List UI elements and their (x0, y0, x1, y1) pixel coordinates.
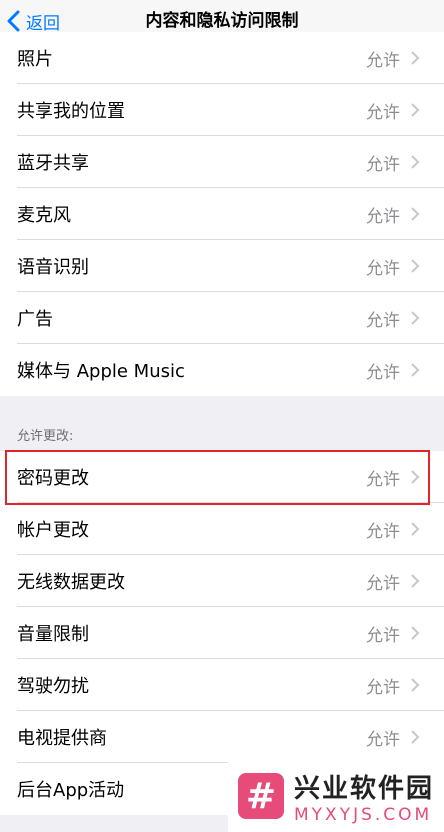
chevron-right-icon (411, 103, 420, 117)
chevron-right-icon (411, 155, 420, 169)
row-tv-provider[interactable]: 电视提供商 允许 (0, 711, 444, 763)
watermark-title: 兴业软件园 (294, 773, 435, 804)
row-share-location[interactable]: 共享我的位置 允许 (0, 84, 444, 136)
chevron-right-icon (411, 522, 420, 536)
row-value: 允许 (366, 677, 400, 698)
row-value: 允许 (366, 154, 400, 175)
chevron-right-icon (411, 259, 420, 273)
chevron-right-icon (411, 51, 420, 65)
row-label: 驾驶勿扰 (17, 676, 89, 697)
chevron-right-icon (411, 574, 420, 588)
row-advertising[interactable]: 广告 允许 (0, 292, 444, 344)
row-label: 照片 (17, 49, 53, 70)
settings-group-permissions: 照片 允许 共享我的位置 允许 蓝牙共享 允许 麦克风 允许 语音识别 允许 广… (0, 32, 444, 396)
row-value: 允许 (366, 729, 400, 750)
row-microphone[interactable]: 麦克风 允许 (0, 188, 444, 240)
row-value: 允许 (366, 258, 400, 279)
row-photos[interactable]: 照片 允许 (0, 32, 444, 84)
row-value: 允许 (366, 102, 400, 123)
row-value: 允许 (366, 521, 400, 542)
row-value: 允许 (366, 310, 400, 331)
row-label: 麦克风 (17, 205, 71, 226)
row-label: 共享我的位置 (17, 101, 125, 122)
row-label: 音量限制 (17, 624, 89, 645)
highlight-box (5, 450, 430, 505)
row-value: 允许 (366, 625, 400, 646)
row-label: 媒体与 Apple Music (17, 361, 185, 382)
row-do-not-disturb-driving[interactable]: 驾驶勿扰 允许 (0, 659, 444, 711)
watermark: # 兴业软件园 MYXYJS.COM (228, 760, 444, 832)
row-account-changes[interactable]: 帐户更改 允许 (0, 503, 444, 555)
row-value: 允许 (366, 573, 400, 594)
row-value: 允许 (366, 50, 400, 71)
watermark-subtitle: MYXYJS.COM (294, 804, 433, 825)
row-label: 电视提供商 (17, 728, 107, 749)
watermark-logo-icon: # (238, 773, 284, 819)
row-volume-limit[interactable]: 音量限制 允许 (0, 607, 444, 659)
row-label: 蓝牙共享 (17, 153, 89, 174)
chevron-right-icon (411, 363, 420, 377)
row-value: 允许 (366, 206, 400, 227)
row-bluetooth-sharing[interactable]: 蓝牙共享 允许 (0, 136, 444, 188)
row-cellular-data-changes[interactable]: 无线数据更改 允许 (0, 555, 444, 607)
row-speech-recognition[interactable]: 语音识别 允许 (0, 240, 444, 292)
chevron-right-icon (411, 730, 420, 744)
section-header-allow-changes: 允许更改: (17, 429, 74, 444)
chevron-right-icon (411, 207, 420, 221)
row-label: 无线数据更改 (17, 572, 125, 593)
chevron-right-icon (411, 626, 420, 640)
row-media-apple-music[interactable]: 媒体与 Apple Music 允许 (0, 344, 444, 396)
chevron-right-icon (411, 678, 420, 692)
row-label: 广告 (17, 309, 53, 330)
chevron-right-icon (411, 311, 420, 325)
watermark-text: 兴业软件园 MYXYJS.COM (294, 768, 434, 825)
row-label: 帐户更改 (17, 520, 89, 541)
row-value: 允许 (366, 362, 400, 383)
row-label: 语音识别 (17, 257, 89, 278)
